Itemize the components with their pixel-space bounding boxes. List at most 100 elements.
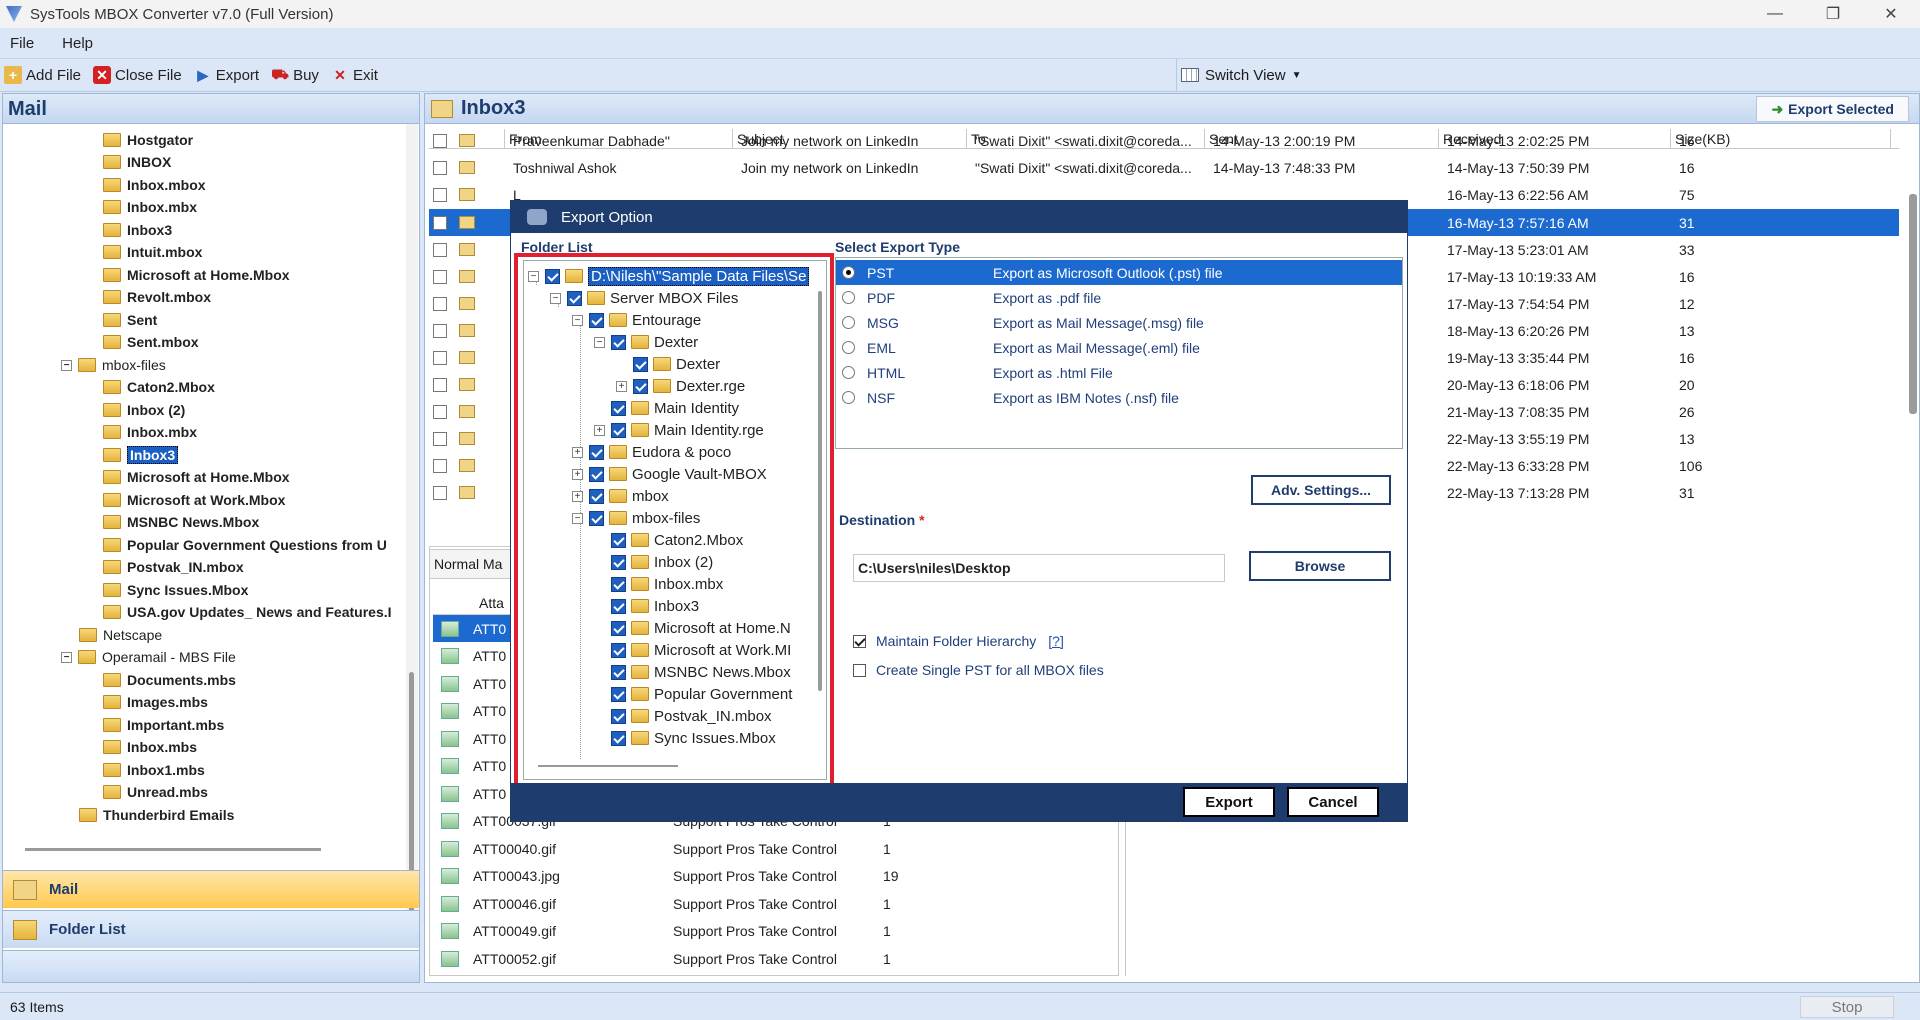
help-link[interactable]: [?] [1048, 633, 1064, 649]
radio-button[interactable] [842, 291, 855, 304]
email-row[interactable]: Toshniwal Ashok Join my network on Linked… [429, 154, 1899, 181]
menu-file[interactable]: File [10, 35, 34, 52]
dialog-cancel-button[interactable]: Cancel [1287, 787, 1379, 817]
adv-settings-button[interactable]: Adv. Settings... [1251, 475, 1391, 505]
buy-button[interactable]: ⛟ Buy [271, 66, 319, 84]
row-checkbox[interactable] [433, 377, 447, 392]
radio-button[interactable] [842, 316, 855, 329]
maintain-hierarchy-checkbox[interactable] [853, 634, 866, 648]
tree-item[interactable]: MSNBC News.Mbox [103, 511, 259, 533]
tree-item[interactable]: Images.mbs [103, 691, 208, 713]
radio-button[interactable] [842, 341, 855, 354]
tree-item[interactable]: Inbox.mbs [103, 736, 197, 758]
tree-item[interactable]: Sent.mbox [103, 331, 199, 353]
attachment-row[interactable]: ATT00052.gif Support Pros Take Control 1 [433, 945, 1113, 972]
export-type-pdf[interactable]: PDF Export as .pdf file [836, 285, 1402, 310]
switch-view-button[interactable]: Switch View ▼ [1176, 59, 1302, 91]
menu-help[interactable]: Help [62, 35, 93, 52]
left-vertical-scrollbar[interactable] [406, 124, 418, 936]
export-button[interactable]: ▶ Export [194, 66, 259, 84]
tree-item[interactable]: − Operamail - MBS File [61, 646, 236, 668]
tree-item[interactable]: Revolt.mbox [103, 286, 211, 308]
row-checkbox[interactable] [433, 160, 447, 175]
close-window-button[interactable]: ✕ [1862, 0, 1920, 28]
row-checkbox[interactable] [433, 187, 447, 202]
close-file-button[interactable]: ✕ Close File [93, 66, 182, 84]
attachment-column[interactable]: Atta [479, 595, 504, 611]
folder-icon [103, 673, 121, 687]
maximize-button[interactable]: ❐ [1804, 0, 1862, 28]
tree-item[interactable]: Inbox (2) [103, 399, 185, 421]
cell-received: 14-May-13 2:02:25 PM [1447, 132, 1590, 149]
tree-item-selected[interactable]: Inbox3 [103, 444, 179, 466]
attachment-row[interactable]: ATT00043.jpg Support Pros Take Control 19 [433, 863, 1113, 890]
radio-button[interactable] [842, 391, 855, 404]
row-checkbox[interactable] [433, 458, 447, 473]
browse-button[interactable]: Browse [1249, 551, 1391, 581]
tree-item[interactable]: Popular Government Questions from U [103, 534, 387, 556]
tree-item[interactable]: Documents.mbs [103, 669, 236, 691]
attachment-row[interactable]: ATT00040.gif Support Pros Take Control 1 [433, 835, 1113, 862]
tree-item[interactable]: Inbox.mbx [103, 421, 197, 443]
maintain-hierarchy-option[interactable]: Maintain Folder Hierarchy [?] [853, 633, 1064, 649]
nav-folder-list-button[interactable]: Folder List [3, 910, 419, 948]
left-horizontal-scrollbar[interactable] [25, 848, 321, 851]
tree-item[interactable]: Intuit.mbox [103, 241, 202, 263]
tree-item[interactable]: Inbox3 [103, 219, 172, 241]
row-checkbox[interactable] [433, 350, 447, 365]
tree-item[interactable]: Inbox.mbx [103, 196, 197, 218]
radio-button[interactable] [842, 266, 855, 279]
email-row[interactable]: Praveenkumar Dabhade'' Join my network on… [429, 127, 1899, 154]
tree-item[interactable]: Microsoft at Home.Mbox [103, 264, 290, 286]
dialog-export-button[interactable]: Export [1183, 787, 1275, 817]
tree-item[interactable]: Sync Issues.Mbox [103, 579, 248, 601]
row-checkbox[interactable] [433, 323, 447, 338]
email-list-scrollbar[interactable] [1909, 194, 1917, 414]
exit-button[interactable]: ✕ Exit [331, 66, 378, 84]
tree-item[interactable]: Postvak_IN.mbox [103, 556, 244, 578]
row-checkbox[interactable] [433, 269, 447, 284]
single-pst-checkbox[interactable] [853, 663, 866, 677]
tree-item[interactable]: INBOX [103, 151, 171, 173]
tree-item[interactable]: Thunderbird Emails [79, 804, 234, 826]
export-type-pst[interactable]: PST Export as Microsoft Outlook (.pst) fi… [836, 260, 1402, 285]
tree-item[interactable]: Hostgator [103, 129, 193, 151]
tree-item[interactable]: Microsoft at Home.Mbox [103, 466, 290, 488]
tree-item[interactable]: Microsoft at Work.Mbox [103, 489, 285, 511]
row-checkbox[interactable] [433, 296, 447, 311]
row-checkbox[interactable] [433, 215, 447, 230]
collapse-toggle[interactable]: − [61, 359, 72, 371]
export-type-msg[interactable]: MSG Export as Mail Message(.msg) file [836, 310, 1402, 335]
dialog-title: Export Option [561, 208, 653, 226]
tree-item[interactable]: Unread.mbs [103, 781, 208, 803]
export-type-html[interactable]: HTML Export as .html File [836, 360, 1402, 385]
folder-icon [103, 290, 121, 304]
radio-button[interactable] [842, 366, 855, 379]
folder-icon [103, 268, 121, 282]
nav-mail-button[interactable]: Mail [3, 870, 419, 908]
row-checkbox[interactable] [433, 431, 447, 446]
export-selected-button[interactable]: ➜ Export Selected [1756, 96, 1909, 122]
tree-item[interactable]: Caton2.Mbox [103, 376, 215, 398]
tree-item[interactable]: − mbox-files [61, 354, 166, 376]
export-type-eml[interactable]: EML Export as Mail Message(.eml) file [836, 335, 1402, 360]
minimize-button[interactable]: — [1746, 0, 1804, 28]
tree-item[interactable]: Inbox1.mbs [103, 759, 205, 781]
tree-item[interactable]: Important.mbs [103, 714, 224, 736]
export-type-nsf[interactable]: NSF Export as IBM Notes (.nsf) file [836, 385, 1402, 410]
add-file-button[interactable]: + Add File [4, 66, 81, 84]
tree-item[interactable]: Inbox.mbox [103, 174, 206, 196]
row-checkbox[interactable] [433, 404, 447, 419]
stop-button[interactable]: Stop [1800, 996, 1894, 1018]
row-checkbox[interactable] [433, 242, 447, 257]
collapse-toggle[interactable]: − [61, 651, 72, 663]
single-pst-option[interactable]: Create Single PST for all MBOX files [853, 662, 1104, 678]
tree-item[interactable]: Sent [103, 309, 157, 331]
destination-path-input[interactable] [853, 554, 1225, 582]
attachment-row[interactable]: ATT00046.gif Support Pros Take Control 1 [433, 890, 1113, 917]
row-checkbox[interactable] [433, 133, 447, 148]
row-checkbox[interactable] [433, 485, 447, 500]
tree-item[interactable]: Netscape [79, 624, 162, 646]
tree-item[interactable]: USA.gov Updates_ News and Features.I [103, 601, 392, 623]
attachment-row[interactable]: ATT00049.gif Support Pros Take Control 1 [433, 918, 1113, 945]
